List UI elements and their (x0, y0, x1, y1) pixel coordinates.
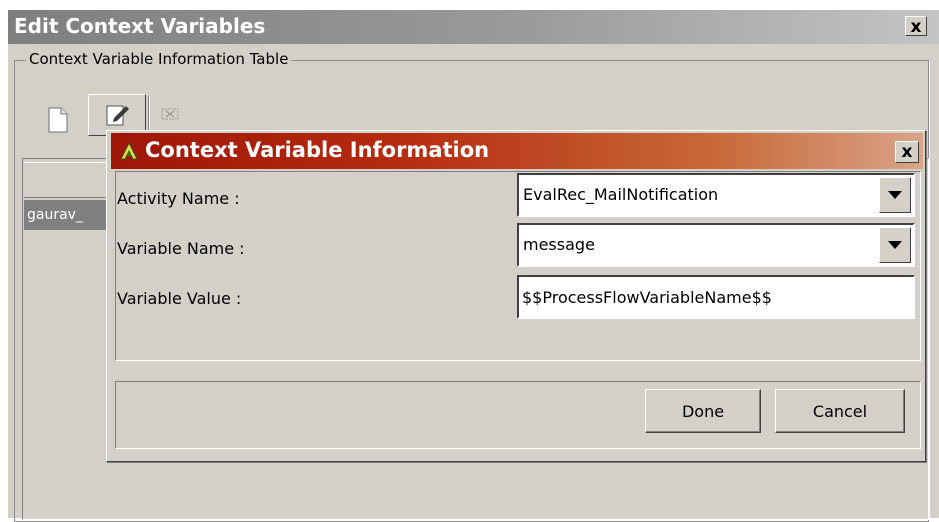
close-icon: x (910, 17, 922, 37)
app-logo-icon (120, 141, 138, 160)
toolbar-separator (148, 96, 150, 130)
activity-name-label: Activity Name : (117, 189, 240, 208)
new-button[interactable] (42, 104, 74, 136)
activity-name-select[interactable]: EvalRec_MailNotification (517, 173, 915, 217)
activity-name-dropdown-button[interactable] (879, 177, 911, 213)
delete-icon (161, 108, 179, 120)
new-document-icon (48, 107, 68, 133)
variable-name-select[interactable]: message (517, 223, 915, 267)
outer-close-button[interactable]: x (905, 16, 927, 37)
chevron-down-icon (888, 191, 902, 199)
groupbox-legend: Context Variable Information Table (26, 50, 292, 68)
outer-titlebar[interactable]: Edit Context Variables x (8, 10, 939, 44)
dialog-titlebar[interactable]: Context Variable Information x (111, 133, 923, 169)
variable-name-value: message (523, 235, 595, 254)
context-variable-dialog: Context Variable Information x Activity … (106, 130, 926, 462)
dialog-title: Context Variable Information (145, 138, 490, 162)
delete-button[interactable] (156, 100, 184, 128)
done-button[interactable]: Done (645, 389, 761, 433)
edit-icon (106, 105, 129, 126)
variable-value-input[interactable] (517, 275, 915, 319)
dialog-close-button[interactable]: x (895, 141, 919, 163)
activity-name-value: EvalRec_MailNotification (523, 185, 719, 204)
close-icon: x (901, 142, 913, 162)
outer-window-title: Edit Context Variables (14, 14, 266, 38)
table-row[interactable]: gaurav_ (24, 200, 116, 230)
variable-name-label: Variable Name : (117, 239, 245, 258)
chevron-down-icon (888, 241, 902, 249)
variable-name-dropdown-button[interactable] (879, 227, 911, 263)
variable-value-label: Variable Value : (117, 289, 242, 308)
cancel-button[interactable]: Cancel (775, 389, 905, 433)
